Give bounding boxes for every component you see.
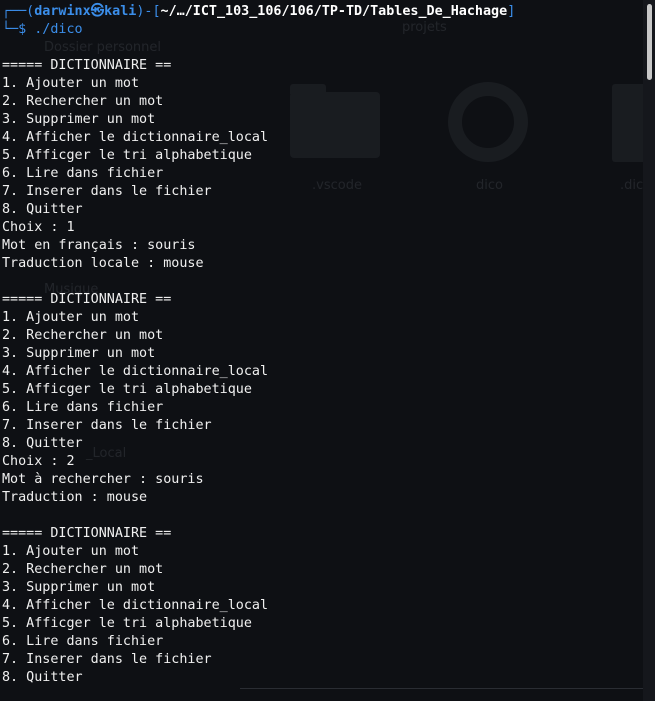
output-line: Mot en français : souris [2,238,196,253]
output-line: 1. Ajouter un mot [2,76,140,91]
output-line: 3. Supprimer un mot [2,112,156,127]
prompt-end: ] [507,4,516,19]
output-line: 3. Supprimer un mot [2,346,156,361]
output-line: 7. Inserer dans le fichier [2,184,212,199]
output-line: Traduction : mouse [2,490,148,505]
prompt-host: kali [104,4,137,19]
scrollbar-thumb[interactable] [647,4,652,80]
output-line: 4. Afficher le dictionnaire_local [2,598,269,613]
output-line: 5. Afficger le tri alphabetique [2,148,252,163]
prompt-path: ~/…/ICT_103_106/106/TP-TD/Tables_De_Hach… [160,4,508,19]
command-line: └─$ ./dico [2,21,83,39]
output-line: 6. Lire dans fichier [2,166,164,181]
output-line: 8. Quitter [2,202,83,217]
output-line: 6. Lire dans fichier [2,634,164,649]
output-line: 5. Afficger le tri alphabetique [2,382,252,397]
output-line: 2. Rechercher un mot [2,328,164,343]
output-line: 5. Afficger le tri alphabetique [2,616,252,631]
output-line: ===== DICTIONNAIRE == [2,58,172,73]
horizontal-scrollbar[interactable] [240,688,643,701]
output-line: 4. Afficher le dictionnaire_local [2,364,269,379]
output-line: 2. Rechercher un mot [2,94,164,109]
output-line: 8. Quitter [2,670,83,685]
output-line: 6. Lire dans fichier [2,400,164,415]
prompt-box-end: └─ [2,22,19,37]
prompt-command: ./dico [34,22,83,37]
prompt-user: darwinx [34,4,91,19]
output-line: 7. Inserer dans le fichier [2,652,212,667]
vertical-scrollbar[interactable] [643,0,655,701]
output-line: Mot à rechercher : souris [2,472,204,487]
output-line: ===== DICTIONNAIRE == [2,526,172,541]
output-line: 7. Inserer dans le fichier [2,418,212,433]
prompt-mid: )-[ [136,4,161,19]
prompt-box-start: ┌──( [2,4,35,19]
prompt-dollar: $ [18,22,35,37]
output-line: Choix : 1 [2,220,75,235]
prompt-line: ┌──(darwinx㉿kali)-[~/…/ICT_103_106/106/T… [2,3,515,21]
output-line: 8. Quitter [2,436,83,451]
output-line: 1. Ajouter un mot [2,310,140,325]
output-line: 4. Afficher le dictionnaire_local [2,130,269,145]
output-line: ===== DICTIONNAIRE == [2,292,172,307]
output-line: Traduction locale : mouse [2,256,204,271]
output-line: 3. Supprimer un mot [2,580,156,595]
output-line: 2. Rechercher un mot [2,562,164,577]
output-line: 1. Ajouter un mot [2,544,140,559]
output-line: Choix : 2 [2,454,75,469]
prompt-at-symbol: ㉿ [90,4,105,19]
terminal-output[interactable]: ┌──(darwinx㉿kali)-[~/…/ICT_103_106/106/T… [0,0,643,701]
